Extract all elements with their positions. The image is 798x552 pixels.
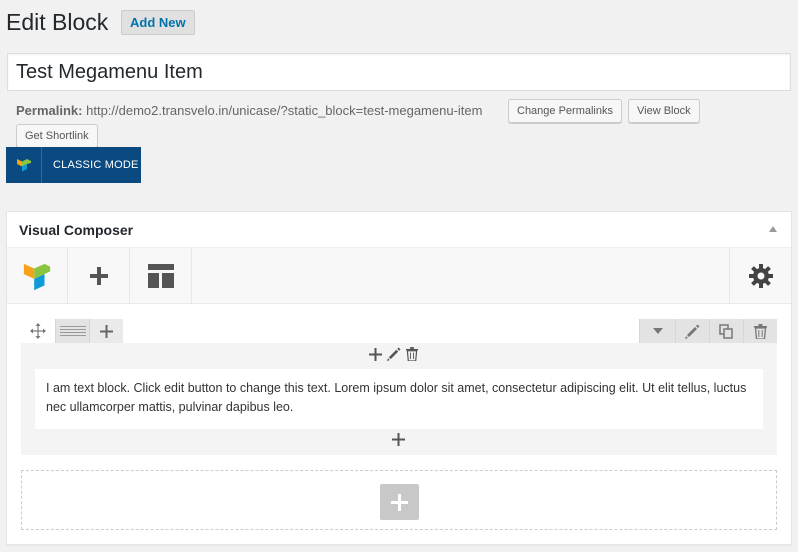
plus-icon bbox=[391, 493, 408, 511]
collapse-arrow-icon[interactable] bbox=[769, 226, 777, 232]
element-controls bbox=[369, 347, 418, 361]
permalink-row: Permalink: http://demo2.transvelo.in/uni… bbox=[16, 103, 482, 119]
permalink-label: Permalink: bbox=[16, 103, 83, 118]
plus-icon bbox=[392, 433, 405, 446]
vc-logo-icon bbox=[23, 263, 51, 291]
pencil-icon bbox=[685, 324, 700, 339]
row-column: I am text block. Click edit button to ch… bbox=[21, 343, 777, 455]
move-icon bbox=[30, 323, 46, 339]
add-row-button[interactable] bbox=[380, 484, 419, 520]
add-new-button[interactable]: Add New bbox=[121, 10, 195, 35]
post-title-input[interactable]: Test Megamenu Item bbox=[7, 53, 791, 91]
templates-button[interactable] bbox=[131, 248, 192, 304]
chevron-down-icon bbox=[652, 328, 663, 334]
composer-row: I am text block. Click edit button to ch… bbox=[21, 319, 777, 455]
trash-icon bbox=[754, 323, 767, 339]
column-layout-icon bbox=[59, 326, 86, 336]
gear-icon bbox=[748, 264, 773, 288]
view-block-button[interactable]: View Block bbox=[628, 99, 700, 123]
vc-logo-icon bbox=[6, 147, 42, 183]
row-clone-button[interactable] bbox=[709, 319, 743, 343]
settings-button[interactable] bbox=[729, 248, 791, 304]
panel-title: Visual Composer bbox=[19, 222, 134, 238]
trash-icon[interactable] bbox=[406, 347, 418, 361]
composer-toolbar bbox=[7, 248, 791, 304]
empty-row-drop-zone bbox=[21, 470, 777, 530]
add-element-below-button[interactable] bbox=[392, 433, 405, 451]
text-block[interactable]: I am text block. Click edit button to ch… bbox=[35, 369, 763, 429]
row-layout-button[interactable] bbox=[55, 319, 89, 343]
visual-composer-panel: Visual Composer I am text block. Click e… bbox=[6, 211, 792, 545]
row-delete-button[interactable] bbox=[743, 319, 777, 343]
classic-mode-button[interactable]: CLASSIC MODE bbox=[6, 147, 141, 183]
row-controls-right bbox=[639, 319, 777, 343]
page-title: Edit Block bbox=[6, 9, 109, 35]
row-toggle-button[interactable] bbox=[639, 319, 675, 343]
row-controls-left bbox=[21, 319, 123, 343]
plus-icon bbox=[90, 267, 108, 285]
row-edit-button[interactable] bbox=[675, 319, 709, 343]
vc-logo-button[interactable] bbox=[7, 248, 68, 304]
plus-icon[interactable] bbox=[369, 347, 382, 361]
row-add-column-button[interactable] bbox=[89, 319, 123, 343]
classic-mode-label: CLASSIC MODE bbox=[53, 159, 139, 171]
pencil-icon[interactable] bbox=[387, 347, 401, 361]
template-icon bbox=[148, 264, 174, 288]
change-permalinks-button[interactable]: Change Permalinks bbox=[508, 99, 622, 123]
get-shortlink-button[interactable]: Get Shortlink bbox=[16, 124, 98, 148]
clone-icon bbox=[719, 323, 733, 339]
add-element-button[interactable] bbox=[69, 248, 130, 304]
row-move-handle[interactable] bbox=[21, 319, 55, 343]
plus-icon bbox=[100, 324, 113, 338]
permalink-url[interactable]: http://demo2.transvelo.in/unicase/?stati… bbox=[86, 103, 482, 118]
panel-header[interactable]: Visual Composer bbox=[7, 212, 791, 248]
